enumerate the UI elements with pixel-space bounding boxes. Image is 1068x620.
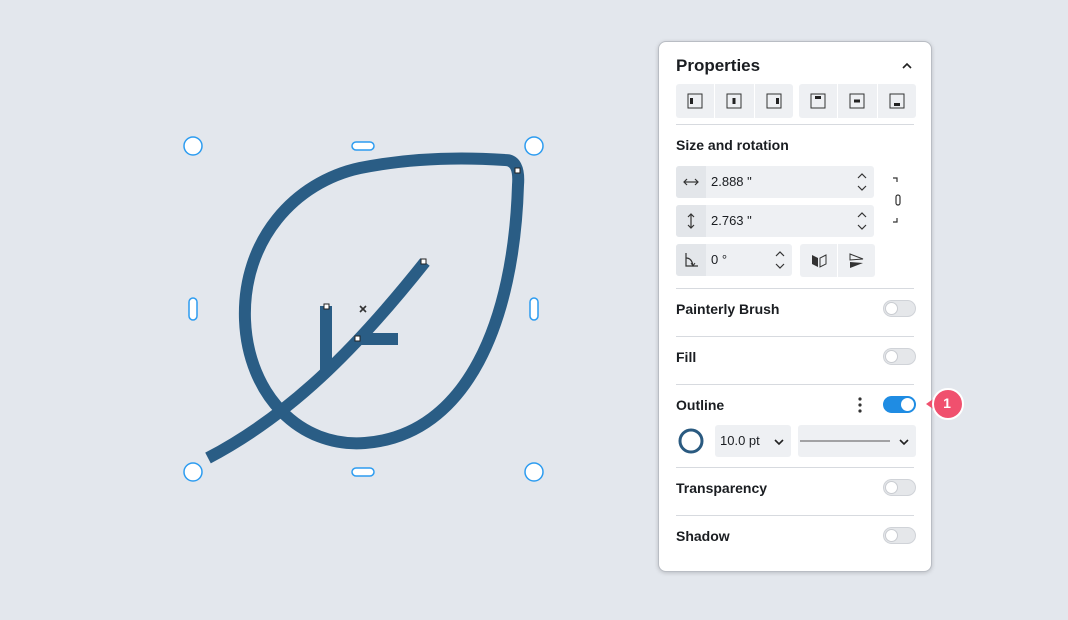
center-marker-icon <box>359 305 367 313</box>
height-field[interactable]: 2.763 " <box>676 205 874 237</box>
fill-toggle[interactable] <box>883 348 916 365</box>
chevron-down-icon <box>898 435 910 447</box>
align-left-button[interactable] <box>676 84 716 118</box>
panel-title: Properties <box>676 56 761 75</box>
height-value: 2.763 " <box>711 213 752 228</box>
width-field[interactable]: 2.888 " <box>676 166 874 198</box>
resize-handle-top[interactable] <box>351 141 375 151</box>
align-top-icon <box>810 93 826 109</box>
mirror-horizontal-button[interactable] <box>800 244 838 277</box>
rotation-field[interactable]: 0 ° <box>676 244 792 276</box>
node-handle[interactable] <box>420 258 427 265</box>
width-arrow-icon <box>676 166 706 198</box>
mirror-group <box>800 244 875 277</box>
resize-handle-bottom-left[interactable] <box>183 462 203 482</box>
outline-toggle[interactable] <box>883 396 916 413</box>
align-bottom-icon <box>889 93 905 109</box>
toggle-knob <box>885 529 898 542</box>
divider <box>676 467 914 468</box>
align-center-vertical-icon <box>849 93 865 109</box>
transparency-title: Transparency <box>676 480 768 496</box>
resize-handle-top-left[interactable] <box>183 136 203 156</box>
divider <box>676 384 914 385</box>
mirror-vertical-icon <box>849 252 863 268</box>
horizontal-align-group <box>676 84 793 118</box>
toggle-knob <box>901 398 914 411</box>
align-left-icon <box>687 93 703 109</box>
vertical-align-group <box>799 84 916 118</box>
divider <box>676 336 914 337</box>
outline-title: Outline <box>676 397 725 413</box>
rotation-value: 0 ° <box>711 252 728 267</box>
align-center-horizontal-button[interactable] <box>715 84 755 118</box>
properties-panel: Properties Size and rotation 2.888 " 2.7… <box>658 41 932 572</box>
rotation-stepper[interactable] <box>774 248 786 272</box>
node-handle[interactable] <box>354 335 361 342</box>
resize-handle-bottom[interactable] <box>351 467 375 477</box>
outline-width-value: 10.0 pt <box>720 433 760 448</box>
align-center-vertical-button[interactable] <box>838 84 878 118</box>
shadow-title: Shadow <box>676 528 730 544</box>
width-stepper[interactable] <box>856 170 868 194</box>
align-right-button[interactable] <box>755 84 793 118</box>
height-stepper[interactable] <box>856 209 868 233</box>
align-right-icon <box>766 93 782 109</box>
height-arrow-icon <box>676 205 706 237</box>
divider <box>676 124 914 125</box>
design-canvas[interactable] <box>0 0 640 620</box>
toggle-knob <box>885 350 898 363</box>
link-icon[interactable] <box>889 172 907 228</box>
line-style-dropdown[interactable] <box>798 425 916 457</box>
painterly-brush-title: Painterly Brush <box>676 301 780 317</box>
transparency-toggle[interactable] <box>883 479 916 496</box>
node-handle[interactable] <box>323 303 330 310</box>
kebab-icon[interactable] <box>855 396 865 414</box>
mirror-horizontal-icon <box>811 253 826 268</box>
divider <box>676 288 914 289</box>
solid-line-icon <box>800 440 890 442</box>
outline-color-swatch[interactable] <box>678 428 704 454</box>
resize-handle-left[interactable] <box>188 297 198 321</box>
align-toolbar <box>676 84 916 118</box>
size-rotation-title: Size and rotation <box>676 137 789 153</box>
toggle-knob <box>885 302 898 315</box>
toggle-knob <box>885 481 898 494</box>
path-nodes <box>323 167 521 342</box>
outline-width-dropdown[interactable]: 10.0 pt <box>715 425 791 457</box>
chevron-down-icon <box>773 435 785 447</box>
shadow-toggle[interactable] <box>883 527 916 544</box>
resize-handle-bottom-right[interactable] <box>524 462 544 482</box>
align-bottom-button[interactable] <box>878 84 916 118</box>
divider <box>676 515 914 516</box>
resize-handle-top-right[interactable] <box>524 136 544 156</box>
width-value: 2.888 " <box>711 174 752 189</box>
align-top-button[interactable] <box>799 84 839 118</box>
mirror-vertical-button[interactable] <box>838 244 875 277</box>
chevron-up-icon[interactable] <box>897 56 917 76</box>
fill-title: Fill <box>676 349 697 365</box>
panel-header: Properties <box>676 54 917 78</box>
align-center-horizontal-icon <box>726 93 742 109</box>
painterly-brush-toggle[interactable] <box>883 300 916 317</box>
node-handle[interactable] <box>514 167 521 174</box>
step-badge-number: 1 <box>943 395 951 411</box>
rotation-angle-icon <box>676 244 706 276</box>
resize-handle-right[interactable] <box>529 297 539 321</box>
